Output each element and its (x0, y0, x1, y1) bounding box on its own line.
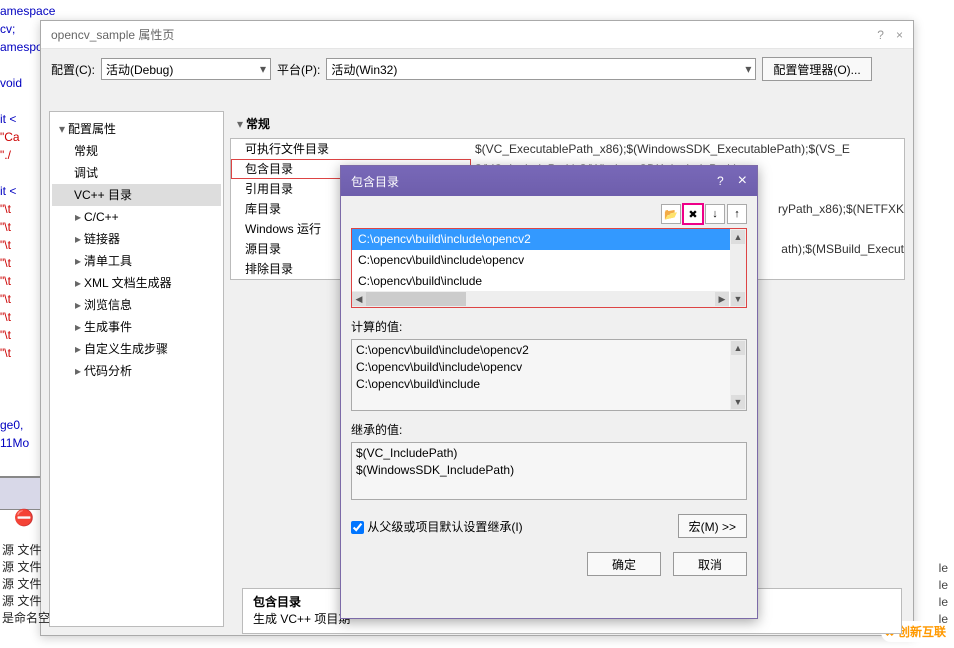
tree-item-custom-build[interactable]: ▸自定义生成步骤 (52, 338, 221, 360)
tree-item-cpp[interactable]: ▸C/C++ (52, 206, 221, 228)
tree-item-vc-directories[interactable]: VC++ 目录 (52, 184, 221, 206)
paths-listbox[interactable]: C:\opencv\build\include\opencv2 C:\openc… (351, 228, 747, 308)
output-panel-strip (0, 476, 40, 510)
error-icon[interactable]: ⛔ (14, 508, 34, 528)
help-icon[interactable]: ? (877, 21, 884, 49)
platform-combo[interactable]: 活动(Win32) ▾ (326, 58, 756, 80)
dialog-titlebar[interactable]: opencv_sample 属性页 ? × (41, 21, 913, 49)
macros-button[interactable]: 宏(M) >> (678, 514, 747, 538)
list-item[interactable]: C:\opencv\build\include (352, 271, 746, 292)
move-down-button[interactable]: ↓ (705, 204, 725, 224)
path-toolbar: 📂 ✖ ↓ ↑ (351, 202, 747, 228)
tree-item-debug[interactable]: 调试 (52, 162, 221, 184)
tree-item-general[interactable]: 常规 (52, 140, 221, 162)
computed-label: 计算的值: (351, 318, 747, 335)
tree-root[interactable]: ▾配置属性 (52, 118, 221, 140)
tree-item-xml-doc[interactable]: ▸XML 文档生成器 (52, 272, 221, 294)
vertical-scrollbar[interactable]: ▲▼ (730, 340, 746, 410)
close-icon[interactable]: × (738, 172, 747, 190)
tree-item-build-events[interactable]: ▸生成事件 (52, 316, 221, 338)
right-edge-text: lelelele (939, 560, 948, 628)
config-combo[interactable]: 活动(Debug) ▾ (101, 58, 271, 80)
inherited-values-box: $(VC_IncludePath) $(WindowsSDK_IncludePa… (351, 442, 747, 500)
inherited-label: 继承的值: (351, 421, 747, 438)
tree-item-code-analysis[interactable]: ▸代码分析 (52, 360, 221, 382)
new-folder-button[interactable]: 📂 (661, 204, 681, 224)
section-header: ▾常规 (230, 111, 905, 138)
config-toolbar: 配置(C): 活动(Debug) ▾ 平台(P): 活动(Win32) ▾ 配置… (41, 49, 913, 89)
list-item[interactable]: C:\opencv\build\include\opencv2 (352, 229, 746, 250)
list-item[interactable]: C:\opencv\build\include\opencv (352, 250, 746, 271)
tree-item-linker[interactable]: ▸链接器 (52, 228, 221, 250)
cancel-button[interactable]: 取消 (673, 552, 747, 576)
tree-item-browse-info[interactable]: ▸浏览信息 (52, 294, 221, 316)
inner-title-text: 包含目录 (351, 173, 399, 190)
config-manager-button[interactable]: 配置管理器(O)... (762, 57, 871, 81)
help-icon[interactable]: ? (717, 174, 724, 188)
inherit-checkbox[interactable]: 从父级或项目默认设置继承(I) (351, 518, 523, 535)
include-dirs-dialog: 包含目录 ? × 📂 ✖ ↓ ↑ C:\opencv\build\include… (340, 165, 758, 619)
output-lines: 源 文件 源 文件 源 文件 源 文件 是命名空 (0, 542, 100, 627)
prop-row-exec-dirs[interactable]: 可执行文件目录$(VC_ExecutablePath_x86);$(Window… (231, 139, 904, 159)
ok-button[interactable]: 确定 (587, 552, 661, 576)
horizontal-scrollbar[interactable]: ◀▶ (352, 291, 729, 307)
vertical-scrollbar[interactable]: ▲▼ (730, 229, 746, 307)
move-up-button[interactable]: ↑ (727, 204, 747, 224)
delete-button[interactable]: ✖ (683, 204, 703, 224)
tree-item-manifest[interactable]: ▸清单工具 (52, 250, 221, 272)
inner-titlebar[interactable]: 包含目录 ? × (341, 166, 757, 196)
close-icon[interactable]: × (896, 21, 903, 49)
chevron-down-icon: ▾ (745, 62, 751, 76)
config-label: 配置(C): (51, 61, 95, 78)
computed-values-box: C:\opencv\build\include\opencv2 C:\openc… (351, 339, 747, 411)
dialog-title: opencv_sample 属性页 (51, 21, 174, 49)
platform-label: 平台(P): (277, 61, 320, 78)
chevron-down-icon: ▾ (260, 62, 266, 76)
